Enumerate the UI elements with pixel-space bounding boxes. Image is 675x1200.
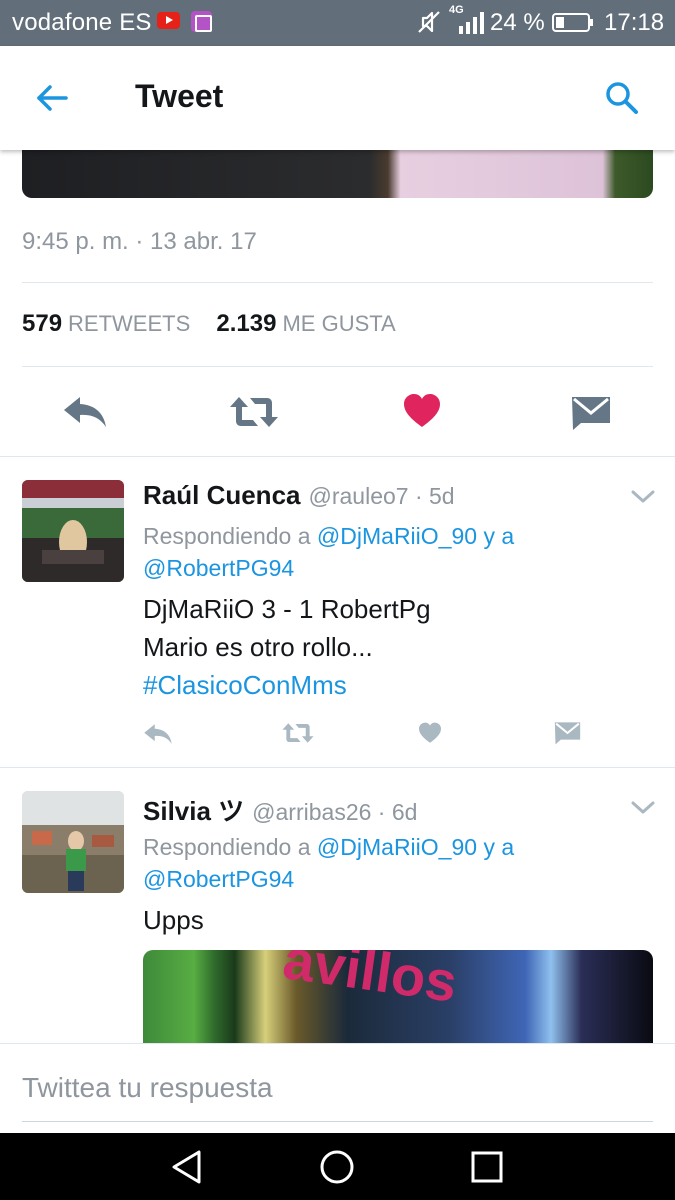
- reply-text-line: DjMaRiiO 3 - 1 RobertPg: [143, 594, 431, 624]
- retweets-stat[interactable]: 579 RETWEETS: [22, 310, 196, 337]
- reply-header: Silvia ツ @arribas26 · 6d: [143, 791, 417, 828]
- search-icon[interactable]: [604, 80, 640, 116]
- divider: [0, 767, 675, 768]
- avatar-image: [22, 480, 124, 582]
- reply-header: Raúl Cuenca @rauleo7 · 5d: [143, 480, 455, 511]
- reply-text-line: Upps: [143, 905, 204, 935]
- replying-joiner: y a: [483, 834, 515, 860]
- tweet-timestamp: 9:45 p. m. · 13 abr. 17: [22, 228, 257, 255]
- reply-input[interactable]: Twittea tu respuesta: [22, 1072, 653, 1122]
- replying-prefix: Respondiendo a: [143, 523, 311, 549]
- reply-text: Upps: [143, 901, 204, 939]
- reply-text: DjMaRiiO 3 - 1 RobertPg Mario es otro ro…: [143, 590, 431, 704]
- tweet-media[interactable]: [22, 150, 653, 198]
- back-triangle-icon[interactable]: [169, 1148, 207, 1186]
- mute-icon: [418, 11, 440, 33]
- recents-square-icon[interactable]: [468, 1148, 506, 1186]
- hashtag-link[interactable]: #ClasicoConMms: [143, 666, 431, 704]
- media-overlay-text: avillos: [279, 950, 461, 1014]
- direct-message-icon[interactable]: [554, 721, 581, 745]
- retweets-label: RETWEETS: [68, 311, 191, 336]
- status-bar: vodafone ES 4G 24 % 17:18: [0, 0, 675, 46]
- carrier-label: vodafone ES: [12, 9, 152, 36]
- replying-joiner: y a: [483, 523, 515, 549]
- like-icon[interactable]: [403, 393, 441, 429]
- tweet-stats: 579 RETWEETS 2.139 ME GUSTA: [22, 310, 396, 338]
- reply-age: · 6d: [377, 799, 418, 825]
- retweet-icon[interactable]: [228, 395, 280, 429]
- user-name[interactable]: Silvia ツ: [143, 796, 244, 826]
- reply-composer: Twittea tu respuesta: [0, 1043, 675, 1133]
- avatar[interactable]: [22, 791, 124, 893]
- user-handle[interactable]: @arribas26: [252, 799, 371, 825]
- divider: [22, 282, 653, 283]
- mention-link[interactable]: @DjMaRiiO_90: [317, 523, 477, 549]
- likes-count: 2.139: [216, 310, 277, 337]
- like-icon[interactable]: [418, 722, 442, 744]
- mention-link[interactable]: @RobertPG94: [143, 866, 294, 892]
- mention-link[interactable]: @RobertPG94: [143, 555, 294, 581]
- retweet-icon[interactable]: [281, 722, 315, 744]
- chevron-down-icon[interactable]: [630, 800, 656, 816]
- page-title: Tweet: [135, 78, 224, 114]
- replying-to: Respondiendo a @DjMaRiiO_90 y a @RobertP…: [143, 520, 653, 584]
- reply-text-line: Mario es otro rollo...: [143, 632, 373, 662]
- divider: [22, 366, 653, 367]
- signal-icon: [459, 12, 484, 34]
- battery-icon: [552, 13, 593, 32]
- divider: [0, 456, 675, 457]
- direct-message-icon[interactable]: [571, 395, 611, 431]
- chevron-down-icon[interactable]: [630, 489, 656, 505]
- system-nav-bar: [0, 1133, 675, 1200]
- avatar[interactable]: [22, 480, 124, 582]
- reply-icon[interactable]: [62, 394, 108, 430]
- app-header: Tweet: [0, 46, 675, 150]
- user-handle[interactable]: @rauleo7: [309, 483, 409, 509]
- arrow-left-icon[interactable]: [34, 80, 70, 116]
- reply-icon[interactable]: [143, 722, 173, 746]
- replying-prefix: Respondiendo a: [143, 834, 311, 860]
- mention-link[interactable]: @DjMaRiiO_90: [317, 834, 477, 860]
- gallery-icon: [191, 11, 212, 32]
- youtube-icon: [157, 12, 180, 29]
- retweets-count: 579: [22, 310, 63, 337]
- clock: 17:18: [604, 9, 665, 36]
- avatar-image: [22, 791, 124, 893]
- likes-label: ME GUSTA: [282, 311, 396, 336]
- reply-age: · 5d: [414, 483, 455, 509]
- user-name[interactable]: Raúl Cuenca: [143, 480, 301, 510]
- replying-to: Respondiendo a @DjMaRiiO_90 y a @RobertP…: [143, 831, 653, 895]
- reply-media[interactable]: avillos: [143, 950, 653, 1044]
- likes-stat[interactable]: 2.139 ME GUSTA: [216, 310, 396, 337]
- battery-percent: 24 %: [490, 9, 545, 36]
- home-circle-icon[interactable]: [318, 1148, 356, 1186]
